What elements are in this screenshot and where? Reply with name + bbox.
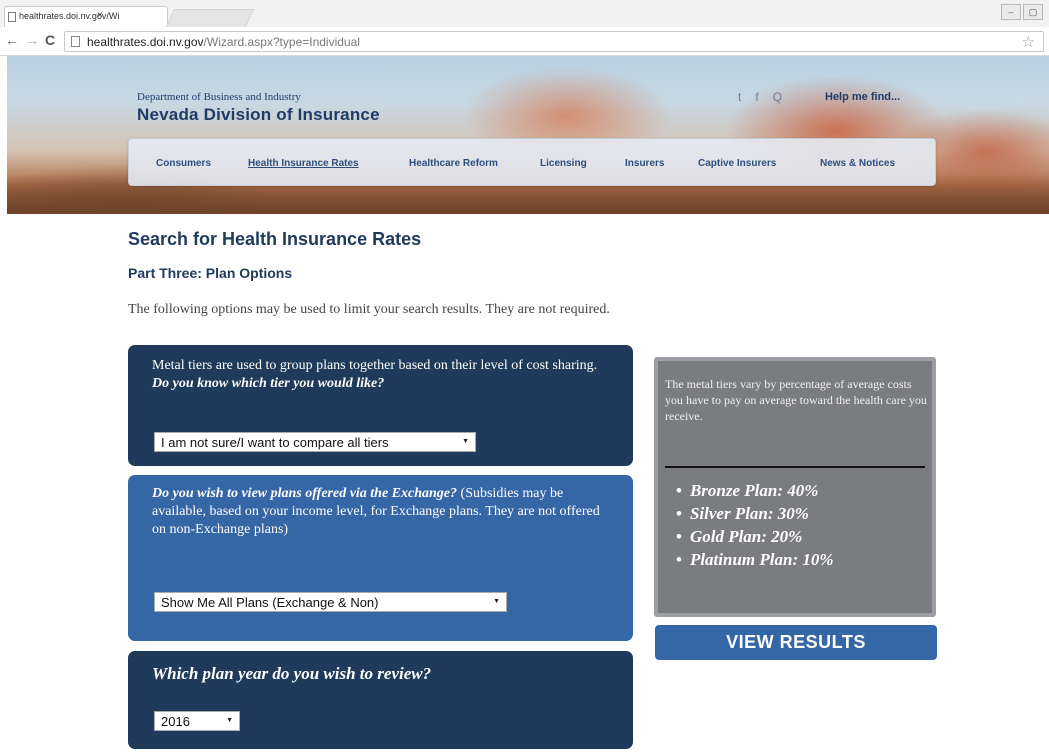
- metal-tier-select-value: I am not sure/I want to compare all tier…: [161, 435, 389, 450]
- metal-tier-question: Do you know which tier you would like?: [152, 376, 385, 391]
- exchange-card: Do you wish to view plans offered via th…: [128, 475, 633, 641]
- exchange-select-value: Show Me All Plans (Exchange & Non): [161, 595, 379, 610]
- new-tab-button[interactable]: [165, 9, 255, 27]
- minimize-icon[interactable]: –: [1001, 4, 1021, 20]
- reload-icon[interactable]: C: [41, 32, 59, 48]
- nav-consumers[interactable]: Consumers: [156, 158, 211, 169]
- list-item-bronze: Bronze Plan: 40%: [676, 479, 834, 502]
- exchange-select[interactable]: Show Me All Plans (Exchange & Non) ▼: [154, 592, 507, 612]
- plan-year-select[interactable]: 2016 ▼: [154, 711, 240, 731]
- tab-title: healthrates.doi.nv.gov/Wi: [19, 11, 120, 21]
- list-item-platinum: Platinum Plan: 10%: [676, 548, 834, 571]
- metal-tier-prompt: Metal tiers are used to group plans toge…: [152, 357, 617, 393]
- nav-news-notices[interactable]: News & Notices: [820, 158, 895, 169]
- metal-tier-select[interactable]: I am not sure/I want to compare all tier…: [154, 432, 476, 452]
- help-me-find-link[interactable]: Help me find...: [825, 91, 900, 103]
- page-icon: [8, 12, 16, 22]
- exchange-prompt: Do you wish to view plans offered via th…: [152, 485, 617, 539]
- browser-tab-bar: healthrates.doi.nv.gov/Wi × – ▢: [0, 0, 1049, 27]
- tab-close-icon[interactable]: ×: [97, 10, 103, 21]
- address-bar[interactable]: healthrates.doi.nv.gov/Wizard.aspx?type=…: [64, 31, 1044, 52]
- url-path: /Wizard.aspx?type=Individual: [203, 35, 360, 49]
- view-results-button[interactable]: VIEW RESULTS: [655, 625, 937, 660]
- plan-year-card: Which plan year do you wish to review?: [128, 651, 633, 749]
- browser-tab[interactable]: healthrates.doi.nv.gov/Wi ×: [4, 6, 168, 27]
- nav-captive-insurers[interactable]: Captive Insurers: [698, 158, 776, 169]
- list-item-gold: Gold Plan: 20%: [676, 525, 834, 548]
- twitter-icon[interactable]: t: [738, 90, 741, 104]
- hero-banner: Department of Business and Industry Neva…: [7, 56, 1049, 214]
- department-name[interactable]: Department of Business and Industry: [137, 91, 301, 103]
- divider: [665, 466, 925, 468]
- exchange-question: Do you wish to view plans offered via th…: [152, 486, 458, 501]
- chevron-down-icon: ▼: [462, 438, 469, 445]
- plan-year-prompt: Which plan year do you wish to review?: [152, 665, 617, 683]
- metal-tier-text: Metal tiers are used to group plans toge…: [152, 358, 598, 373]
- window-controls: – ▢: [1001, 4, 1043, 20]
- url-host: healthrates.doi.nv.gov: [87, 35, 204, 49]
- tier-percentage-list: Bronze Plan: 40% Silver Plan: 30% Gold P…: [676, 479, 834, 571]
- nav-licensing[interactable]: Licensing: [540, 158, 587, 169]
- nav-healthcare-reform[interactable]: Healthcare Reform: [409, 158, 498, 169]
- browser-toolbar: ← → C healthrates.doi.nv.gov/Wizard.aspx…: [0, 27, 1049, 56]
- chevron-down-icon: ▼: [493, 598, 500, 605]
- back-arrow-icon[interactable]: ←: [3, 32, 21, 48]
- main-nav: Consumers Health Insurance Rates Healthc…: [128, 138, 936, 186]
- plan-year-select-value: 2016: [161, 714, 190, 729]
- search-icon[interactable]: Q: [773, 90, 782, 104]
- page-title: Search for Health Insurance Rates: [128, 229, 422, 249]
- site-title[interactable]: Nevada Division of Insurance: [137, 105, 380, 125]
- plan-year-question: Which plan year do you wish to review?: [152, 664, 432, 683]
- nav-health-insurance-rates[interactable]: Health Insurance Rates: [248, 158, 359, 169]
- intro-text: The following options may be used to lim…: [128, 302, 610, 317]
- chevron-down-icon: ▼: [226, 717, 233, 724]
- forward-arrow-icon[interactable]: →: [23, 32, 41, 48]
- metal-tier-info-panel: The metal tiers vary by percentage of av…: [654, 357, 936, 617]
- nav-insurers[interactable]: Insurers: [625, 158, 664, 169]
- list-item-silver: Silver Plan: 30%: [676, 502, 834, 525]
- info-panel-text: The metal tiers vary by percentage of av…: [665, 377, 927, 423]
- bookmark-star-icon[interactable]: ☆: [1022, 33, 1035, 51]
- social-links: t f Q: [738, 90, 782, 104]
- page-icon: [71, 36, 80, 47]
- section-subtitle: Part Three: Plan Options: [128, 265, 293, 281]
- facebook-icon[interactable]: f: [755, 90, 758, 104]
- maximize-icon[interactable]: ▢: [1023, 4, 1043, 20]
